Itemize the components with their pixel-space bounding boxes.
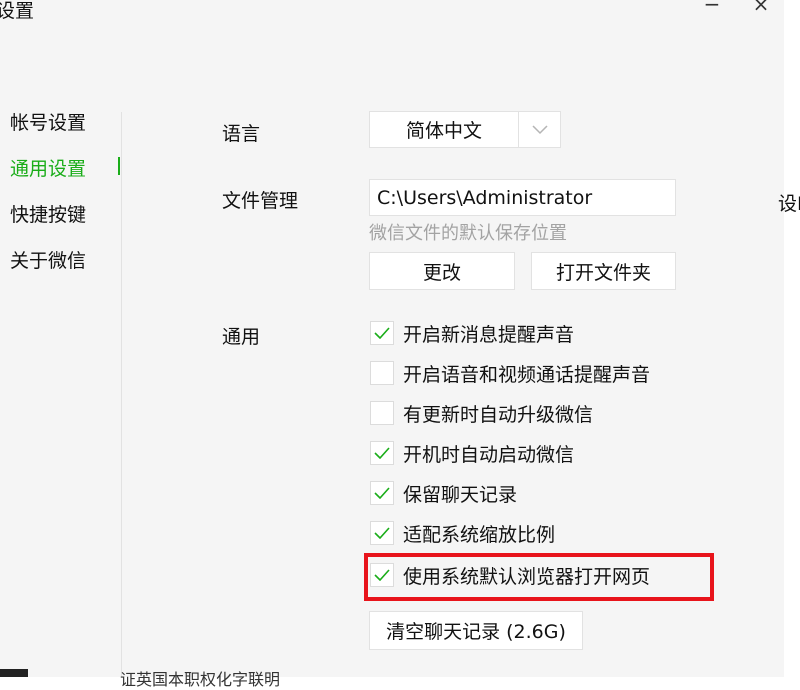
check-icon	[374, 447, 390, 459]
sidebar-item-account[interactable]: 帐号设置	[10, 108, 86, 135]
option-label: 开启新消息提醒声音	[403, 323, 575, 346]
checkbox[interactable]	[370, 321, 394, 345]
window-right-edge	[784, 0, 800, 677]
language-select[interactable]: 简体中文	[369, 111, 561, 148]
clear-history-button[interactable]: 清空聊天记录 (2.6G)	[369, 611, 583, 650]
sidebar-divider	[121, 112, 122, 677]
option-keep-history[interactable]: 保留聊天记录	[370, 480, 517, 506]
chevron-down-icon[interactable]	[519, 112, 560, 147]
taskbar-corner	[0, 669, 28, 677]
checkbox[interactable]	[370, 481, 394, 505]
option-label: 开机时自动启动微信	[403, 443, 575, 466]
check-icon	[374, 527, 390, 539]
general-label: 通用	[222, 326, 261, 348]
sidebar-item-shortcuts[interactable]: 快捷按键	[10, 200, 86, 227]
change-path-button[interactable]: 更改	[369, 252, 515, 290]
check-icon	[374, 569, 390, 581]
option-auto-update[interactable]: 有更新时自动升级微信	[370, 400, 593, 426]
sidebar-item-general[interactable]: 通用设置	[10, 154, 86, 181]
window-title: 设置	[0, 0, 35, 22]
language-selected-value: 简体中文	[370, 112, 519, 147]
checkbox[interactable]	[370, 441, 394, 465]
sidebar-active-indicator	[118, 157, 120, 175]
option-system-scaling[interactable]: 适配系统缩放比例	[370, 520, 555, 546]
option-new-message-sound[interactable]: 开启新消息提醒声音	[370, 320, 574, 346]
option-label: 有更新时自动升级微信	[403, 403, 594, 426]
checkbox[interactable]	[370, 521, 394, 545]
file-path-input[interactable]	[369, 179, 676, 216]
checkbox[interactable]	[370, 563, 394, 587]
close-button[interactable]: ×	[746, 0, 776, 16]
file-path-hint: 微信文件的默认保存位置	[369, 223, 567, 244]
background-cut-off-text: 证英国本职权化字联明	[120, 670, 281, 689]
option-label: 保留聊天记录	[403, 483, 518, 506]
checkbox[interactable]	[370, 401, 394, 425]
language-label: 语言	[222, 123, 261, 145]
check-icon	[374, 327, 390, 339]
open-folder-button[interactable]: 打开文件夹	[531, 252, 676, 290]
file-management-label: 文件管理	[222, 190, 299, 212]
option-label: 开启语音和视频通话提醒声音	[403, 363, 651, 386]
minimize-button[interactable]: −	[697, 0, 727, 16]
option-call-sound[interactable]: 开启语音和视频通话提醒声音	[370, 360, 650, 386]
settings-window: 设置 − × 帐号设置 通用设置 快捷按键 关于微信 语言 简体中文 文件管理 …	[0, 0, 784, 677]
option-auto-start[interactable]: 开机时自动启动微信	[370, 440, 574, 466]
option-label: 适配系统缩放比例	[403, 523, 556, 546]
check-icon	[374, 487, 390, 499]
option-label: 使用系统默认浏览器打开网页	[403, 565, 651, 588]
sidebar-item-about[interactable]: 关于微信	[10, 246, 86, 273]
checkbox[interactable]	[370, 361, 394, 385]
option-default-browser[interactable]: 使用系统默认浏览器打开网页	[370, 562, 650, 588]
cut-off-tab-text: 设I	[778, 193, 800, 215]
